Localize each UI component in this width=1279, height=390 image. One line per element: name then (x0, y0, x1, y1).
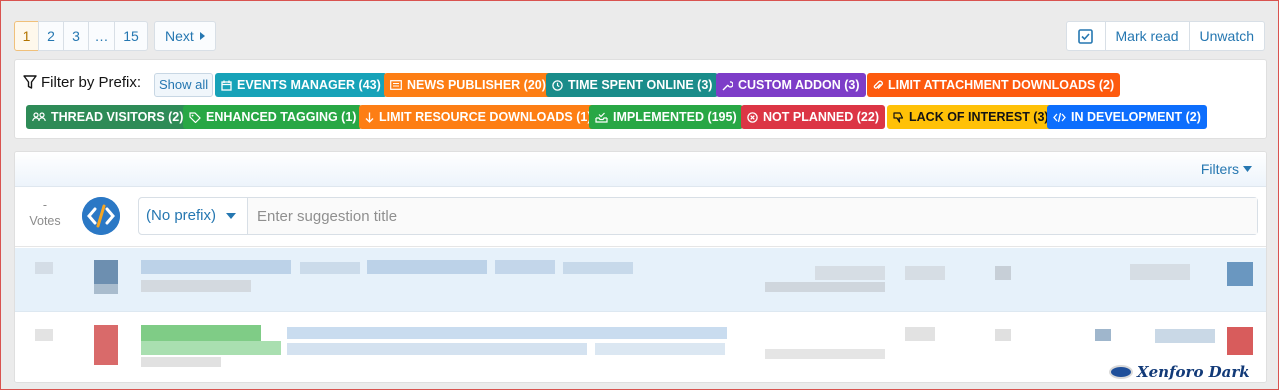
users-icon (32, 112, 46, 122)
thread-tools: Mark read Unwatch (1065, 21, 1265, 51)
circle-x-icon (747, 111, 758, 123)
page-link-1[interactable]: 1 (14, 21, 39, 51)
prefix-chip-in-development[interactable]: IN DEVELOPMENT (2) (1047, 105, 1207, 129)
avatar (82, 197, 120, 235)
vote-count: - (42, 198, 48, 212)
quick-suggestion-form: (No prefix) (138, 197, 1258, 235)
prefix-chip-lack-of-interest[interactable]: LACK OF INTEREST (3) (887, 105, 1055, 129)
prefix-chip-label: CUSTOM ADDON (3) (738, 78, 860, 92)
watermark-text: Xenforo Dark (1137, 363, 1250, 381)
filter-icon (23, 75, 37, 89)
page-link-2[interactable]: 2 (38, 21, 64, 51)
paperclip-icon (873, 80, 883, 89)
clock-icon (552, 79, 563, 91)
prefix-chip-label: LACK OF INTEREST (3) (909, 110, 1049, 124)
caret-down-icon (226, 213, 237, 219)
prefix-chip-label: ENHANCED TAGGING (1) (206, 110, 357, 124)
list-item[interactable] (15, 313, 1266, 382)
filter-label-text: Filter by Prefix: (41, 74, 142, 91)
prefix-chip-custom-addon[interactable]: CUSTOM ADDON (3) (716, 73, 866, 97)
caret-down-icon (1243, 166, 1252, 172)
checkbox-checked-icon (1078, 28, 1093, 44)
suggestion-list: Filters - Votes (No prefix) (14, 151, 1267, 383)
page-link-15[interactable]: 15 (114, 21, 148, 51)
tags-icon (189, 111, 201, 123)
list-header: Filters (15, 152, 1266, 187)
globe-logo-icon (1109, 365, 1133, 379)
pagination: 1 2 3 … 15 Next (14, 21, 216, 51)
prefix-chip-label: NEWS PUBLISHER (20) (407, 78, 546, 92)
prefix-chip-label: NOT PLANNED (22) (763, 110, 879, 124)
select-checkbox-button[interactable] (1067, 22, 1105, 50)
caret-right-icon (199, 32, 205, 40)
prefix-chip-news-publisher[interactable]: NEWS PUBLISHER (20) (384, 73, 552, 97)
prefix-select-value: (No prefix) (146, 207, 217, 224)
prefix-chip-time-spent-online[interactable]: TIME SPENT ONLINE (3) (546, 73, 719, 97)
filter-by-prefix-label: Filter by Prefix: (23, 74, 141, 91)
prefix-chip-not-planned[interactable]: NOT PLANNED (22) (741, 105, 885, 129)
top-bar: 1 2 3 … 15 Next Mark read Unwatch (14, 21, 1265, 51)
next-page-button[interactable]: Next (154, 21, 216, 51)
prefix-chip-label: IN DEVELOPMENT (2) (1071, 110, 1201, 124)
newspaper-icon (390, 80, 402, 90)
prefix-chip-label: LIMIT RESOURCE DOWNLOADS (1) (379, 110, 592, 124)
inbox-check-icon (595, 112, 608, 123)
filters-label: Filters (1200, 161, 1239, 177)
prefix-chip-label: EVENTS MANAGER (43) (237, 78, 381, 92)
vote-counter: - Votes (29, 197, 61, 229)
prefix-chip-enhanced-tagging[interactable]: ENHANCED TAGGING (1) (183, 105, 363, 129)
show-all-button[interactable]: Show all (154, 73, 214, 97)
prefix-chip-limit-resource-downloads[interactable]: LIMIT RESOURCE DOWNLOADS (1) (359, 105, 598, 129)
unwatch-button[interactable]: Unwatch (1188, 22, 1264, 50)
wrench-icon (722, 80, 733, 90)
next-label: Next (165, 28, 194, 44)
code-brush-logo-icon (82, 197, 120, 235)
votes-label: Votes (29, 214, 61, 228)
page-link-3[interactable]: 3 (63, 21, 89, 51)
prefix-chip-label: LIMIT ATTACHMENT DOWNLOADS (2) (888, 78, 1115, 92)
calendar-icon (221, 80, 232, 91)
suggestion-title-input[interactable] (248, 198, 1257, 234)
prefix-chip-implemented[interactable]: IMPLEMENTED (195) (589, 105, 743, 129)
prefix-chip-label: THREAD VISITORS (2) (51, 110, 184, 124)
filters-menu-button[interactable]: Filters (1201, 161, 1252, 177)
thumbs-down-icon (893, 111, 904, 123)
prefix-chip-events-manager[interactable]: EVENTS MANAGER (43) (215, 73, 387, 97)
prefix-chip-limit-attachment-downloads[interactable]: LIMIT ATTACHMENT DOWNLOADS (2) (867, 73, 1121, 97)
new-suggestion-row: - Votes (No prefix) (15, 187, 1266, 247)
watermark: Xenforo Dark (1109, 363, 1250, 381)
prefix-filter-panel: Filter by Prefix: Show all EVENTS MANAGE… (14, 59, 1267, 139)
prefix-chip-label: IMPLEMENTED (195) (613, 110, 737, 124)
prefix-chip-label: TIME SPENT ONLINE (3) (568, 78, 713, 92)
prefix-select[interactable]: (No prefix) (139, 198, 248, 234)
code-icon (1053, 112, 1066, 122)
prefix-chip-thread-visitors[interactable]: THREAD VISITORS (2) (26, 105, 190, 129)
page-jump-ellipsis[interactable]: … (88, 21, 115, 51)
arrow-down-icon (365, 112, 374, 123)
list-item[interactable] (15, 248, 1266, 312)
mark-read-button[interactable]: Mark read (1104, 22, 1189, 50)
